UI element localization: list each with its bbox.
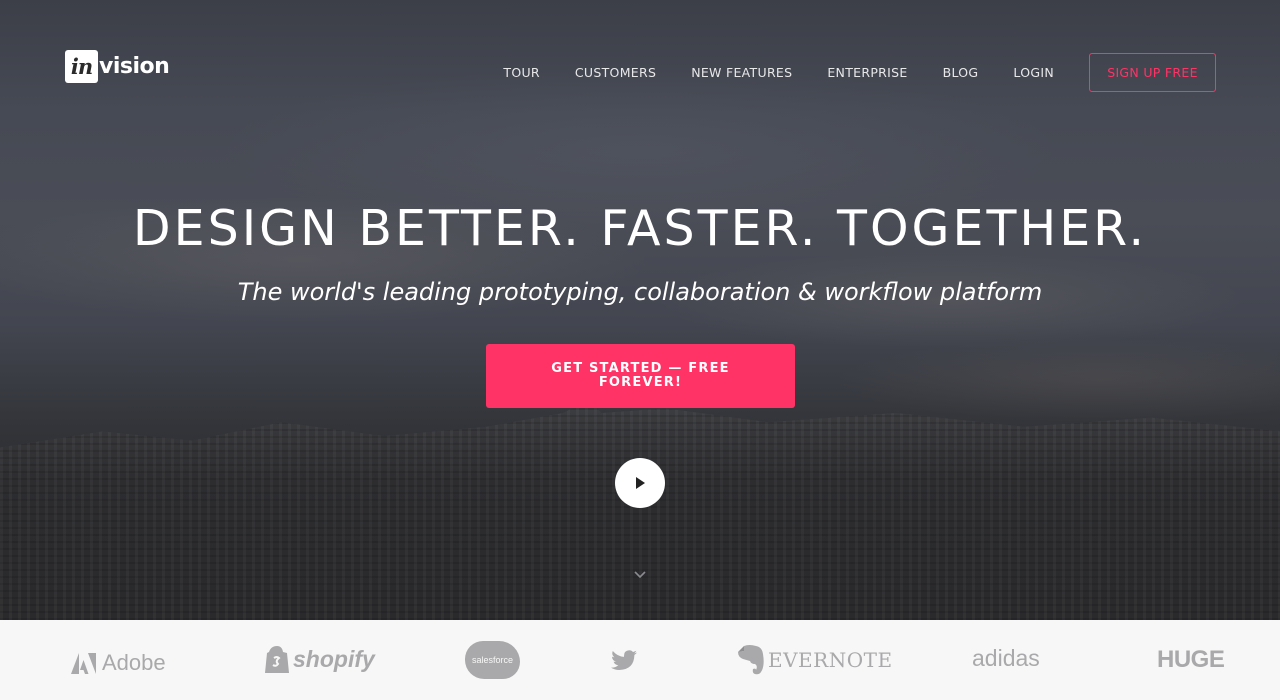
shopify-label: shopify xyxy=(293,646,375,672)
hero-section: in vision TOUR CUSTOMERS NEW FEATURES EN… xyxy=(0,0,1280,620)
nav-item-blog[interactable]: BLOG xyxy=(943,65,979,80)
nav-item-new-features[interactable]: NEW FEATURES xyxy=(691,65,792,80)
play-video-button[interactable] xyxy=(615,458,665,508)
nav-item-login[interactable]: LOGIN xyxy=(1013,65,1054,80)
hero-subhead: The world's leading prototyping, collabo… xyxy=(237,278,1043,306)
logo-wordmark: vision xyxy=(99,54,170,79)
adobe-icon xyxy=(71,652,96,674)
huge-logo: HUGE xyxy=(1157,646,1225,674)
adidas-label: adidas xyxy=(972,645,1040,671)
evernote-elephant-icon xyxy=(738,645,764,675)
play-icon xyxy=(636,477,645,489)
nav-item-enterprise[interactable]: ENTERPRISE xyxy=(827,65,907,80)
invision-logo[interactable]: in vision xyxy=(65,50,170,83)
nav-item-customers[interactable]: CUSTOMERS xyxy=(575,65,656,80)
main-nav: TOUR CUSTOMERS NEW FEATURES ENTERPRISE B… xyxy=(503,53,1216,92)
salesforce-label: salesforce xyxy=(471,655,514,665)
adobe-logo: Adobe xyxy=(71,650,166,676)
salesforce-logo: salesforce xyxy=(465,641,520,679)
customer-logo-strip xyxy=(0,620,1280,700)
evernote-label: EVERNOTE xyxy=(768,647,893,672)
logo-mark: in xyxy=(65,50,98,83)
chevron-down-icon[interactable] xyxy=(633,569,647,579)
adidas-logo: adidas xyxy=(972,645,1040,672)
huge-label: HUGE xyxy=(1157,646,1225,673)
twitter-logo xyxy=(611,650,637,671)
adobe-label: Adobe xyxy=(102,650,166,675)
signup-button[interactable]: SIGN UP FREE xyxy=(1089,53,1216,92)
hero-headline: DESIGN BETTER. FASTER. TOGETHER. xyxy=(132,200,1148,257)
nav-item-tour[interactable]: TOUR xyxy=(503,65,540,80)
shopify-bag-icon xyxy=(265,646,289,673)
twitter-bird-icon xyxy=(611,650,637,670)
evernote-logo: EVERNOTE xyxy=(737,644,893,675)
get-started-button[interactable]: GET STARTED — FREE FOREVER! xyxy=(486,344,795,408)
shopify-logo: shopify xyxy=(265,645,375,674)
